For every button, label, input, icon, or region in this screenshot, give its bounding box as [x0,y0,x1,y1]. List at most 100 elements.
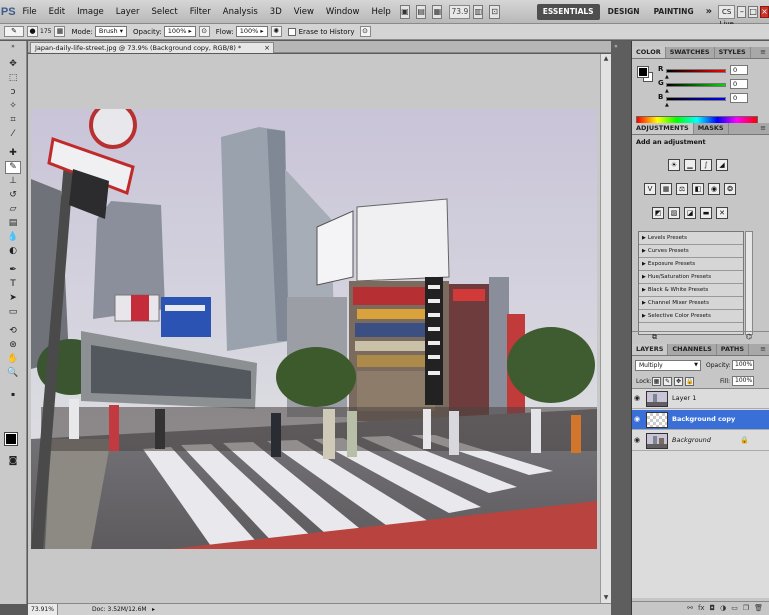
flow-field[interactable]: 100% ▸ [235,26,268,37]
close-document-icon[interactable]: × [264,43,270,53]
tab-paths[interactable]: PATHS [717,344,750,355]
size-pressure-icon[interactable]: ⊙ [359,26,371,37]
zoom-level-readout[interactable]: 73.9 [449,4,471,19]
vertical-scrollbar[interactable]: ▲ ▼ [600,54,611,603]
tab-channels[interactable]: CHANNELS [668,344,717,355]
eye-icon[interactable]: ◉ [634,415,640,423]
preset-hue-saturation[interactable]: ▶ Hue/Saturation Presets [639,271,743,284]
tool-preset-picker[interactable]: ✎ [4,26,24,37]
pen-tool-icon[interactable]: ✒ [5,264,21,277]
curves-icon[interactable]: ∫ [700,159,712,171]
lock-transparent-icon[interactable]: ▦ [652,377,661,386]
menu-view[interactable]: View [288,7,320,17]
lock-position-icon[interactable]: ✥ [674,377,683,386]
lock-image-icon[interactable]: ✎ [663,377,672,386]
black-white-icon[interactable]: ◧ [692,183,704,195]
opacity-pressure-icon[interactable]: ⊙ [198,26,210,37]
hue-saturation-icon[interactable]: ▦ [660,183,672,195]
blend-mode-select[interactable]: Multiply ▼ [635,360,701,371]
link-layers-icon[interactable]: ⚯ [687,602,693,614]
eye-icon[interactable]: ◉ [634,394,640,402]
new-layer-icon[interactable]: ❐ [743,602,749,614]
layer-row[interactable]: ◉ Background copy [632,410,769,430]
clip-to-layer-icon[interactable]: ⧉ [652,333,657,342]
menu-analysis[interactable]: Analysis [217,7,264,17]
screen-mode-icon[interactable]: ⊡ [489,4,500,19]
path-selection-tool-icon[interactable]: ➤ [5,292,21,305]
layer-style-icon[interactable]: fx [698,602,705,614]
quick-mask-icon[interactable]: ◙ [5,455,21,468]
invert-icon[interactable]: ◩ [652,207,664,219]
menu-3d[interactable]: 3D [264,7,288,17]
menu-layer[interactable]: Layer [110,7,146,17]
minimize-button[interactable]: – [737,5,747,18]
more-workspaces-button[interactable]: » [702,4,716,20]
panel-menu-icon[interactable]: ≡ [760,47,769,58]
fill-field[interactable]: 100% [732,376,754,386]
brush-panel-toggle-icon[interactable]: ▦ [54,26,66,37]
menu-select[interactable]: Select [145,7,183,17]
opacity-field[interactable]: 100% ▸ [163,26,196,37]
tab-masks[interactable]: MASKS [694,123,729,134]
marquee-tool-icon[interactable]: ⬚ [5,72,21,85]
maximize-button[interactable]: □ [748,5,758,18]
zoom-tool-icon[interactable]: 🔍 [5,367,21,380]
preset-selective-color[interactable]: ▶ Selective Color Presets [639,310,743,323]
red-value-field[interactable]: 0 [730,65,748,75]
layer-row[interactable]: ◉ Layer 1 [632,389,769,409]
menu-filter[interactable]: Filter [184,7,217,17]
green-value-field[interactable]: 0 [730,79,748,89]
panel-menu-icon[interactable]: ≡ [760,344,769,355]
panel-menu-icon[interactable]: ≡ [760,123,769,134]
clone-stamp-tool-icon[interactable]: ⊥ [5,175,21,188]
foreground-color-swatch[interactable] [4,432,18,446]
scroll-down-icon[interactable]: ▼ [601,593,611,603]
hand-tool-icon[interactable]: ✋ [5,353,21,366]
shape-tool-icon[interactable]: ▭ [5,306,21,319]
adjustments-options-icon[interactable]: ⌬ [746,333,752,341]
mode-select[interactable]: Brush ▾ [94,26,127,37]
selective-color-icon[interactable]: ✕ [716,207,728,219]
new-group-icon[interactable]: ▭ [731,602,738,614]
dodge-tool-icon[interactable]: ◐ [5,245,21,258]
tab-styles[interactable]: STYLES [715,47,751,58]
cs-live-button[interactable]: CS Live [718,4,736,28]
gradient-tool-icon[interactable]: ▤ [5,217,21,230]
green-slider[interactable] [666,83,726,87]
delete-layer-icon[interactable]: 🗑 [754,602,763,614]
blue-slider-thumb-icon[interactable]: ▲ [665,102,669,108]
erase-to-history-checkbox[interactable] [287,27,296,36]
eye-icon[interactable]: ◉ [634,436,640,444]
arrange-documents-icon[interactable]: ▥ [473,4,484,19]
menu-image[interactable]: Image [71,7,110,17]
vibrance-icon[interactable]: V [644,183,656,195]
dock-collapse-icon[interactable]: « [614,43,618,50]
tab-swatches[interactable]: SWATCHES [666,47,715,58]
close-window-button[interactable]: × [759,5,769,18]
eraser-tool-icon[interactable]: ▱ [5,203,21,216]
blur-tool-icon[interactable]: 💧 [5,231,21,244]
mini-bridge-icon[interactable]: ▤ [416,4,427,19]
layer-opacity-field[interactable]: 100% [732,360,754,370]
street-photo[interactable] [31,109,597,549]
tab-color[interactable]: COLOR [632,47,666,58]
airbrush-icon[interactable]: ✺ [270,26,282,37]
type-tool-icon[interactable]: T [5,278,21,291]
blue-value-field[interactable]: 0 [730,93,748,103]
workspace-painting[interactable]: PAINTING [648,4,700,20]
preset-channel-mixer[interactable]: ▶ Channel Mixer Presets [639,297,743,310]
exposure-icon[interactable]: ◢ [716,159,728,171]
3d-orbit-tool-icon[interactable]: ⊛ [5,339,21,352]
preset-levels[interactable]: ▶ Levels Presets [639,232,743,245]
layer-row[interactable]: ◉ Background 🔒 [632,431,769,451]
tools-collapse-icon[interactable]: » [5,44,21,50]
levels-icon[interactable]: ▁ [684,159,696,171]
eyedropper-tool-icon[interactable]: ⁄ [5,128,21,141]
color-balance-icon[interactable]: ⚖ [676,183,688,195]
menu-help[interactable]: Help [365,7,396,17]
tab-adjustments[interactable]: ADJUSTMENTS [632,123,694,134]
menu-window[interactable]: Window [320,7,366,17]
blue-slider[interactable] [666,97,726,101]
bridge-icon[interactable]: ▣ [399,4,411,19]
channel-mixer-icon[interactable]: ❂ [724,183,736,195]
